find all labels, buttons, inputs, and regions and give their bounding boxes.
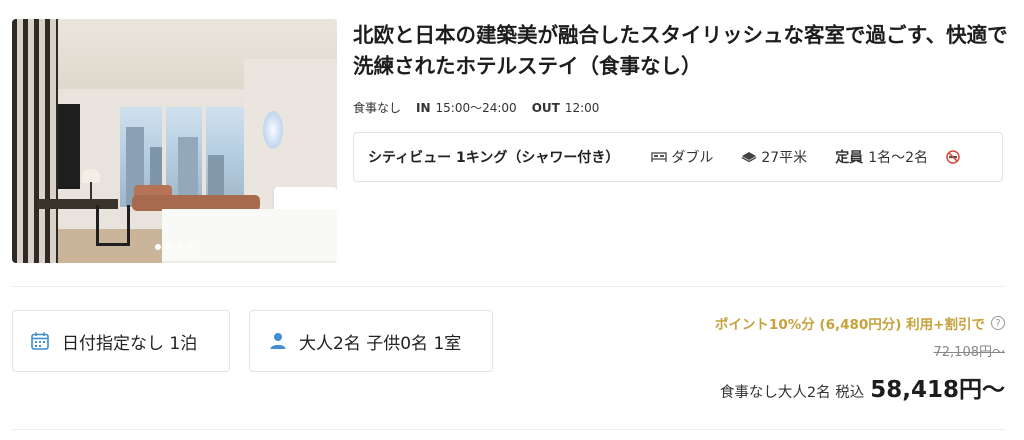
checkout-label: OUT [531, 100, 560, 115]
bottom-divider [12, 429, 1005, 430]
price-value: 58,418円〜 [870, 377, 1005, 403]
photo-slat-partition [12, 19, 58, 263]
calendar-icon [31, 332, 49, 350]
room-size-text: 27平米 [761, 150, 808, 166]
plan-card: 北欧と日本の建築美が融合したスタイリッシュな客室で過ごす、快適で洗練されたホテル… [0, 0, 1024, 440]
capacity-value: 1名〜2名 [868, 150, 929, 166]
original-price: 72,108円〜 [933, 345, 1006, 360]
date-selector[interactable]: 日付指定なし 1泊 [12, 310, 230, 372]
guest-selector[interactable]: 大人2名 子供0名 1室 [249, 310, 493, 372]
date-selector-text: 日付指定なし 1泊 [62, 333, 198, 354]
bed-type-text: ダブル [671, 150, 714, 166]
guest-selector-text: 大人2名 子供0名 1室 [299, 333, 462, 354]
points-discount-note: ポイント10%分 (6,480円分) 利用+割引で ? [715, 313, 1005, 333]
bed-icon [651, 152, 668, 162]
photo-tv [58, 104, 80, 189]
checkout-time: 12:00 [564, 100, 600, 115]
bed-type: ダブル [651, 147, 713, 167]
plan-title[interactable]: 北欧と日本の建築美が融合したスタイリッシュな客室で過ごす、快適で洗練されたホテル… [353, 20, 1013, 82]
carousel-dot[interactable] [166, 244, 172, 250]
photo-chair [96, 205, 130, 246]
points-text: ポイント10%分 (6,480円分) 利用+割引で [714, 317, 985, 333]
no-smoking-icon [946, 150, 964, 164]
price-row: 食事なし大人2名 税込 58,418円〜 [720, 370, 1005, 404]
room-size: 27平米 [741, 147, 807, 167]
photo-lamp [82, 169, 100, 183]
checkin-label: IN [416, 100, 431, 115]
carousel-dot[interactable] [177, 244, 183, 250]
photo-round-mirror [263, 111, 283, 149]
section-divider [12, 286, 1005, 287]
room-info-box[interactable]: シティビュー 1キング（シャワー付き） ダブル 27平米 定員 1名〜2名 [353, 132, 1003, 182]
person-icon [270, 333, 286, 349]
carousel-dots [12, 244, 337, 250]
price-label: 食事なし大人2名 税込 [719, 385, 865, 401]
floor-area-icon [742, 152, 757, 163]
room-name: シティビュー 1キング（シャワー付き） [368, 150, 620, 166]
checkin-checkout-info: 食事なし IN 15:00〜24:00 OUT 12:00 [353, 99, 599, 116]
room-capacity: 定員 1名〜2名 [835, 147, 928, 167]
carousel-dot[interactable] [155, 244, 161, 250]
checkin-time: 15:00〜24:00 [435, 101, 517, 115]
capacity-label: 定員 [835, 150, 864, 166]
carousel-dot[interactable] [188, 244, 194, 250]
photo-bed [162, 209, 337, 263]
question-circle-icon[interactable]: ? [991, 316, 1005, 330]
room-photo-carousel[interactable] [12, 19, 337, 263]
meal-plan-text: 食事なし [353, 101, 402, 115]
